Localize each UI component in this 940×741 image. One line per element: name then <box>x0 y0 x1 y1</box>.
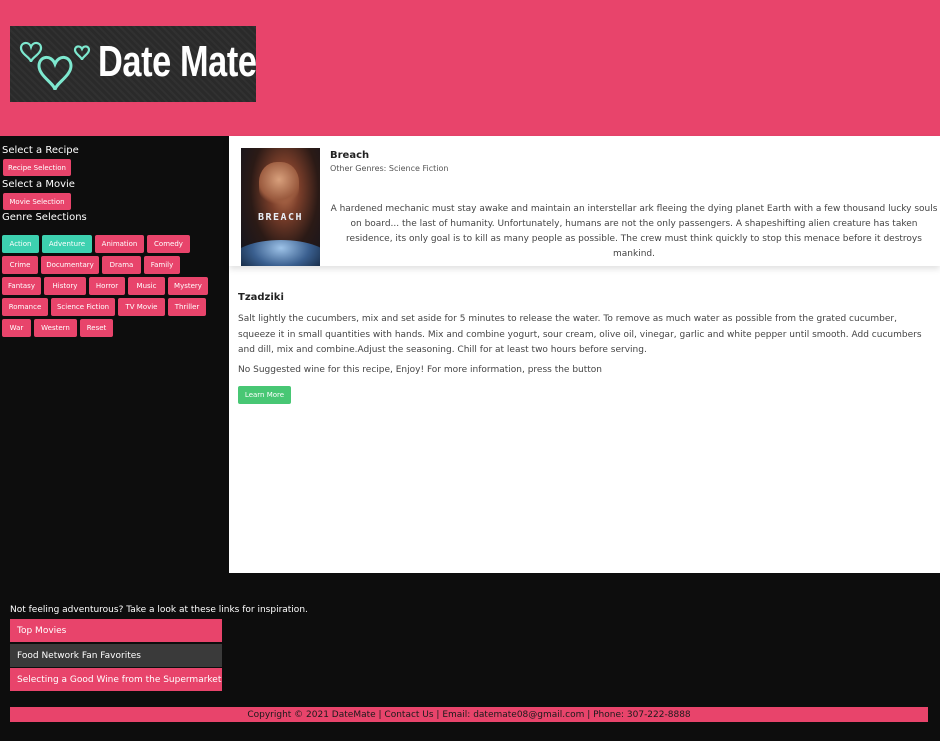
genre-button-music[interactable]: Music <box>128 277 165 295</box>
genre-button-fantasy[interactable]: Fantasy <box>2 277 41 295</box>
genre-button-history[interactable]: History <box>44 277 86 295</box>
brand-name: Date Mate <box>98 37 257 86</box>
sidebar: Select a Recipe Recipe Selection Select … <box>0 136 228 573</box>
genre-button-drama[interactable]: Drama <box>102 256 141 274</box>
genre-button-science-fiction[interactable]: Science Fiction <box>51 298 115 316</box>
genre-button-tv-movie[interactable]: TV Movie <box>118 298 165 316</box>
wine-note: No Suggested wine for this recipe, Enjoy… <box>238 365 603 375</box>
date-mate-logo[interactable]: Date Mate <box>10 26 257 102</box>
food-network-link[interactable]: Food Network Fan Favorites <box>10 644 222 667</box>
recipe-heading: Select a Recipe <box>2 145 79 156</box>
genre-button-crime[interactable]: Crime <box>2 256 38 274</box>
genre-heading: Genre Selections <box>2 212 87 223</box>
movie-selection-button[interactable]: Movie Selection <box>3 193 71 210</box>
genre-button-horror[interactable]: Horror <box>89 277 125 295</box>
recipe-title: Tzadziki <box>238 292 284 303</box>
learn-more-button[interactable]: Learn More <box>238 386 291 404</box>
poster-title-text: BREACH <box>257 212 304 223</box>
genre-button-action[interactable]: Action <box>2 235 39 253</box>
genre-button-comedy[interactable]: Comedy <box>147 235 190 253</box>
hearts-icon <box>19 41 91 91</box>
genre-button-thriller[interactable]: Thriller <box>168 298 206 316</box>
movie-card: BREACH Breach Other Genres: Science Fict… <box>229 136 940 266</box>
genre-button-romance[interactable]: Romance <box>2 298 48 316</box>
genre-button-western[interactable]: Western <box>34 319 77 337</box>
recipe-description: Salt lightly the cucumbers, mix and set … <box>238 314 922 355</box>
top-movies-link[interactable]: Top Movies <box>10 619 222 642</box>
movie-title: Breach <box>330 150 370 161</box>
genre-button-war[interactable]: War <box>2 319 31 337</box>
recipe-selection-button[interactable]: Recipe Selection <box>3 159 71 176</box>
genre-button-mystery[interactable]: Mystery <box>168 277 208 295</box>
movie-other-genres: Other Genres: Science Fiction <box>330 164 449 173</box>
main-content: BREACH Breach Other Genres: Science Fict… <box>229 136 940 573</box>
genre-button-family[interactable]: Family <box>144 256 180 274</box>
copyright-bar: Copyright © 2021 DateMate | Contact Us |… <box>10 707 928 722</box>
genre-button-documentary[interactable]: Documentary <box>41 256 99 274</box>
genre-button-adventure[interactable]: Adventure <box>42 235 92 253</box>
wine-selection-link[interactable]: Selecting a Good Wine from the Supermark… <box>10 668 222 691</box>
poster-planet <box>241 240 320 266</box>
poster-figure <box>259 162 299 206</box>
inspiration-text: Not feeling adventurous? Take a look at … <box>10 605 308 615</box>
genre-reset-button[interactable]: Reset <box>80 319 113 337</box>
movie-heading: Select a Movie <box>2 179 75 190</box>
movie-poster: BREACH <box>241 148 320 266</box>
genre-button-animation[interactable]: Animation <box>95 235 144 253</box>
site-header: Date Mate <box>0 0 940 136</box>
movie-description: A hardened mechanic must stay awake and … <box>330 204 938 259</box>
